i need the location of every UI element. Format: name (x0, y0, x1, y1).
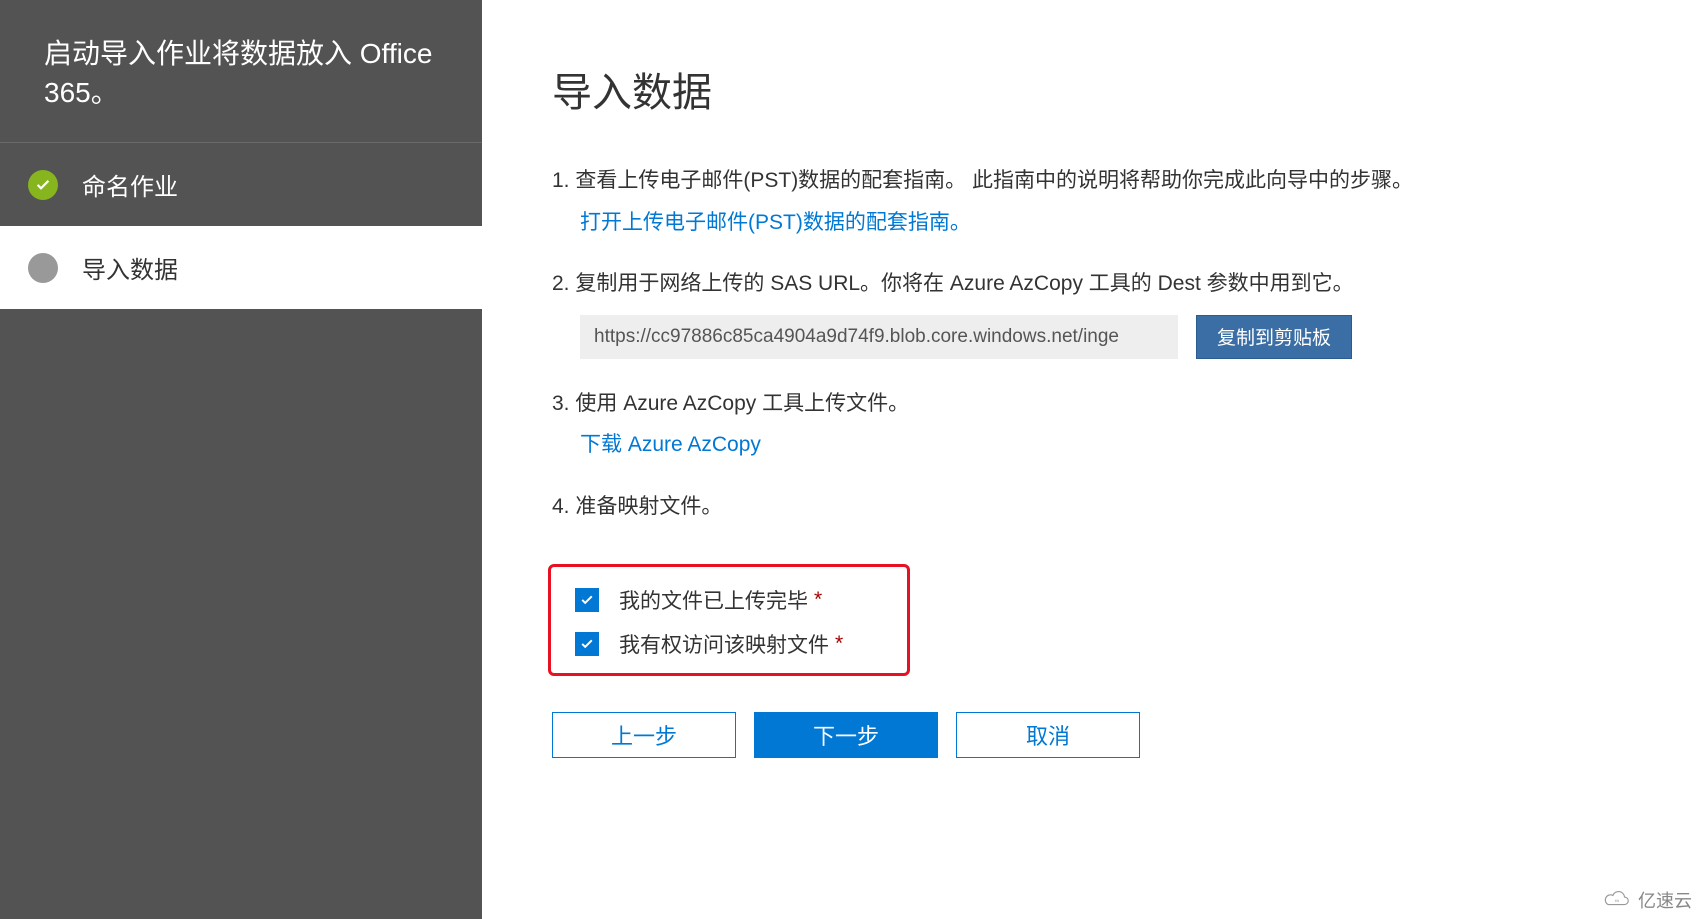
step-number: 2. (552, 272, 570, 295)
page-title: 导入数据 (552, 60, 1646, 118)
wizard-step-label: 命名作业 (82, 167, 178, 202)
wizard-step-label: 导入数据 (82, 250, 178, 285)
cloud-icon: ∞ (1602, 890, 1632, 910)
confirmation-box: 我的文件已上传完毕 * 我有权访问该映射文件 * (548, 564, 910, 676)
open-guide-link[interactable]: 打开上传电子邮件(PST)数据的配套指南。 (580, 211, 971, 234)
step-text: 查看上传电子邮件(PST)数据的配套指南。 此指南中的说明将帮助你完成此向导中的… (575, 169, 1413, 192)
required-indicator: * (835, 632, 843, 656)
next-button[interactable]: 下一步 (754, 712, 938, 758)
watermark-text: 亿速云 (1638, 887, 1692, 913)
copy-to-clipboard-button[interactable]: 复制到剪贴板 (1196, 315, 1352, 359)
download-azcopy-link[interactable]: 下载 Azure AzCopy (580, 433, 761, 456)
checkbox-files-uploaded[interactable] (575, 588, 599, 612)
check-mapping-access: 我有权访问该映射文件 * (575, 629, 883, 659)
main-panel: 导入数据 1. 查看上传电子邮件(PST)数据的配套指南。 此指南中的说明将帮助… (482, 0, 1706, 919)
checkbox-label: 我的文件已上传完毕 (619, 585, 808, 615)
step-text: 复制用于网络上传的 SAS URL。你将在 Azure AzCopy 工具的 D… (575, 272, 1353, 295)
sidebar-title: 启动导入作业将数据放入 Office 365。 (0, 0, 482, 143)
watermark: ∞ 亿速云 (1602, 887, 1692, 913)
wizard-button-row: 上一步 下一步 取消 (552, 712, 1646, 758)
current-step-icon (28, 253, 58, 283)
sas-url-input[interactable] (580, 315, 1178, 359)
check-circle-icon (28, 170, 58, 200)
instruction-4: 4. 准备映射文件。 (552, 490, 1646, 524)
instruction-list: 1. 查看上传电子邮件(PST)数据的配套指南。 此指南中的说明将帮助你完成此向… (552, 164, 1646, 552)
wizard-sidebar: 启动导入作业将数据放入 Office 365。 命名作业 导入数据 (0, 0, 482, 919)
instruction-1: 1. 查看上传电子邮件(PST)数据的配套指南。 此指南中的说明将帮助你完成此向… (552, 164, 1646, 239)
instruction-2: 2. 复制用于网络上传的 SAS URL。你将在 Azure AzCopy 工具… (552, 267, 1646, 359)
checkbox-mapping-access[interactable] (575, 632, 599, 656)
svg-text:∞: ∞ (1615, 898, 1619, 904)
step-number: 1. (552, 169, 570, 192)
cancel-button[interactable]: 取消 (956, 712, 1140, 758)
sidebar-fill (0, 309, 482, 919)
step-number: 4. (552, 495, 570, 518)
step-number: 3. (552, 392, 570, 415)
previous-button[interactable]: 上一步 (552, 712, 736, 758)
step-text: 使用 Azure AzCopy 工具上传文件。 (575, 392, 909, 415)
checkbox-label: 我有权访问该映射文件 (619, 629, 829, 659)
required-indicator: * (814, 588, 822, 612)
check-files-uploaded: 我的文件已上传完毕 * (575, 585, 883, 615)
wizard-step-name-job[interactable]: 命名作业 (0, 143, 482, 226)
step-text: 准备映射文件。 (575, 495, 722, 518)
instruction-3: 3. 使用 Azure AzCopy 工具上传文件。 下载 Azure AzCo… (552, 387, 1646, 462)
wizard-step-import-data[interactable]: 导入数据 (0, 226, 482, 309)
